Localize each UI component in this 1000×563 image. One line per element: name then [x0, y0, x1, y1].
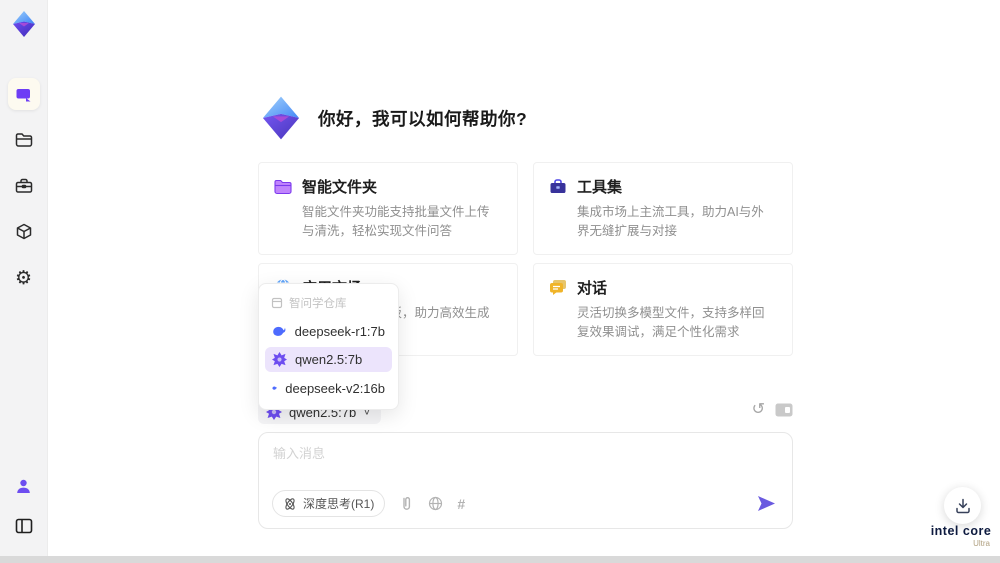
sidebar-item-settings[interactable]: ⚙ [8, 262, 40, 294]
card-title: 智能文件夹 [302, 179, 378, 196]
intel-logo-text: intel core [930, 524, 992, 538]
composer-toolbar: 深度思考(R1) # [272, 490, 776, 517]
panel-layout-icon [15, 518, 32, 534]
card-smart-folder[interactable]: 智能文件夹 智能文件夹功能支持批量文件上传与清洗，轻松实现文件问答 [258, 162, 518, 255]
message-composer: 深度思考(R1) # [258, 432, 793, 529]
repository-icon [271, 297, 283, 309]
toolset-icon [550, 178, 566, 193]
smart-folder-icon [274, 179, 292, 194]
deep-think-toggle[interactable]: 深度思考(R1) [272, 490, 386, 517]
card-title: 工具集 [577, 179, 623, 196]
bottom-strip [0, 556, 1000, 563]
deepseek-whale-icon [272, 386, 277, 390]
sidebar-item-chat[interactable] [7, 78, 40, 110]
greeting-title: 你好，我可以如何帮助你? [318, 108, 528, 129]
model-option-label: qwen2.5:7b [295, 352, 363, 367]
model-dropdown-header: 智问学仓库 [265, 290, 392, 315]
model-option-qwen[interactable]: qwen2.5:7b [265, 347, 392, 372]
chat-bubble-icon [16, 88, 31, 101]
intel-core-logo: intel core Ultra [928, 524, 994, 548]
paperclip-icon [403, 497, 411, 510]
card-toolset[interactable]: 工具集 集成市场上主流工具，助力AI与外界无缝扩展与对接 [533, 162, 793, 255]
card-title: 对话 [577, 279, 608, 297]
sidebar-item-folders[interactable] [8, 124, 40, 156]
attach-file-button[interactable] [399, 495, 414, 512]
send-button[interactable] [757, 495, 776, 512]
model-option-deepseek-v2[interactable]: deepseek-v2:16b [265, 375, 392, 401]
cube-icon [16, 223, 31, 240]
history-icon[interactable]: ↺ [752, 402, 765, 418]
download-icon [955, 498, 970, 513]
sidebar-item-models[interactable] [8, 216, 40, 248]
sidebar: ⚙ [0, 0, 48, 556]
sidebar-item-panel-toggle[interactable] [8, 510, 40, 542]
briefcase-icon [15, 178, 32, 193]
model-dropdown-header-label: 智问学仓库 [289, 298, 347, 310]
download-button[interactable] [944, 487, 981, 524]
atom-icon [285, 497, 295, 510]
screen-icon[interactable] [775, 403, 793, 417]
assistant-logo-icon [262, 96, 300, 140]
model-option-label: deepseek-r1:7b [294, 323, 385, 339]
folder-icon [15, 133, 32, 147]
web-search-button[interactable] [428, 496, 443, 511]
dialog-icon [550, 280, 566, 296]
user-icon [17, 479, 30, 493]
hash-icon: # [457, 495, 466, 512]
prompt-template-button[interactable]: # [457, 496, 465, 512]
gear-icon: ⚙ [14, 267, 33, 289]
sidebar-item-toolbox[interactable] [8, 170, 40, 202]
card-dialog[interactable]: 对话 灵活切换多模型文件，支持多样回复效果调试，满足个性化需求 [533, 262, 793, 356]
globe-icon [429, 496, 443, 511]
model-option-deepseek-r1[interactable]: deepseek-r1:7b [265, 318, 392, 344]
qwen-icon [272, 352, 287, 367]
app-logo-icon [8, 8, 40, 40]
card-desc: 集成市场上主流工具，助力AI与外界无缝扩展与对接 [577, 205, 764, 239]
card-desc: 灵活切换多模型文件，支持多样回复效果调试，满足个性化需求 [577, 305, 765, 340]
main-content: 你好，我可以如何帮助你? 智能文件夹 智能文件夹功能支持批量文件上传与清洗，轻松… [258, 0, 793, 556]
deepseek-whale-icon [273, 326, 286, 336]
sidebar-item-account[interactable] [8, 470, 40, 502]
send-icon [758, 496, 775, 511]
model-dropdown: 智问学仓库 deepseek-r1:7b qwen2.5:7b deepseek… [258, 283, 399, 410]
greeting: 你好，我可以如何帮助你? [258, 95, 527, 141]
model-option-label: deepseek-v2:16b [285, 380, 385, 396]
chat-actions: ↺ [752, 402, 793, 418]
message-input[interactable] [273, 443, 753, 483]
intel-logo-sub: Ultra [973, 539, 990, 548]
card-desc: 智能文件夹功能支持批量文件上传与清洗，轻松实现文件问答 [302, 205, 490, 239]
deep-think-label: 深度思考(R1) [303, 497, 375, 511]
sidebar-nav: ⚙ [7, 78, 40, 294]
